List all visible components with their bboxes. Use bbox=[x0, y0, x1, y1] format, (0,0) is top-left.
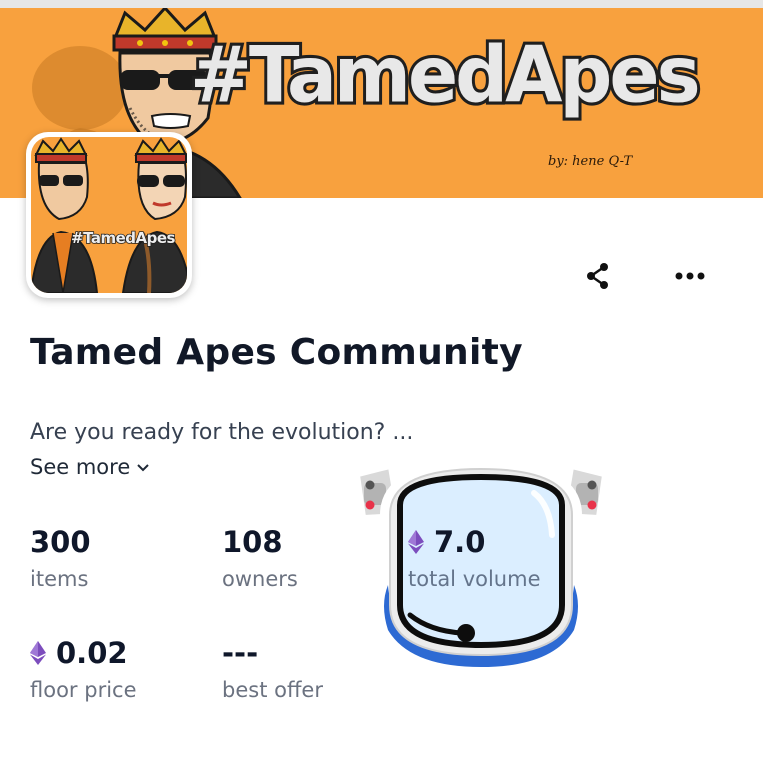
more-horizontal-icon bbox=[675, 272, 705, 280]
share-button[interactable] bbox=[578, 256, 618, 296]
best-offer-value: --- bbox=[222, 636, 259, 670]
avatar-logo-text: #TamedApes bbox=[70, 228, 176, 248]
total-volume-value: 7.0 bbox=[434, 525, 486, 559]
collection-avatar[interactable]: #TamedApes bbox=[26, 132, 192, 298]
total-volume-row: 7.0 bbox=[408, 525, 541, 559]
floor-price-value: 0.02 bbox=[56, 636, 128, 670]
see-more-label: See more bbox=[30, 455, 131, 479]
banner-logo: #TamedApes bbox=[187, 29, 704, 121]
banner-credit: by: hene Q-T bbox=[548, 154, 633, 169]
ethereum-icon bbox=[30, 641, 46, 665]
see-more-button[interactable]: See more bbox=[30, 455, 150, 479]
avatar-image: #TamedApes bbox=[31, 137, 187, 293]
avatar-illustration bbox=[31, 137, 187, 293]
floor-price-label: floor price bbox=[30, 678, 137, 702]
owners-value: 108 bbox=[222, 525, 283, 559]
stat-owners[interactable]: 108 owners bbox=[222, 525, 298, 591]
banner-logo-text: #TamedApes bbox=[187, 29, 704, 121]
items-value: 300 bbox=[30, 525, 91, 559]
best-offer-label: best offer bbox=[222, 678, 323, 702]
stat-best-offer: --- best offer bbox=[222, 636, 323, 702]
items-label: items bbox=[30, 567, 89, 591]
ethereum-icon bbox=[408, 530, 424, 554]
share-icon bbox=[587, 263, 608, 289]
more-options-button[interactable] bbox=[670, 256, 710, 296]
collection-title: Tamed Apes Community bbox=[30, 332, 523, 373]
chevron-down-icon bbox=[137, 464, 149, 472]
stat-total-volume: 7.0 total volume bbox=[408, 525, 541, 591]
stat-floor-price: 0.02 floor price bbox=[30, 636, 137, 702]
floor-price-row: 0.02 bbox=[30, 636, 137, 670]
top-border bbox=[0, 0, 763, 8]
total-volume-label: total volume bbox=[408, 567, 541, 591]
stat-items: 300 items bbox=[30, 525, 91, 591]
owners-label: owners bbox=[222, 567, 298, 591]
collection-description: Are you ready for the evolution? ... bbox=[30, 420, 414, 445]
